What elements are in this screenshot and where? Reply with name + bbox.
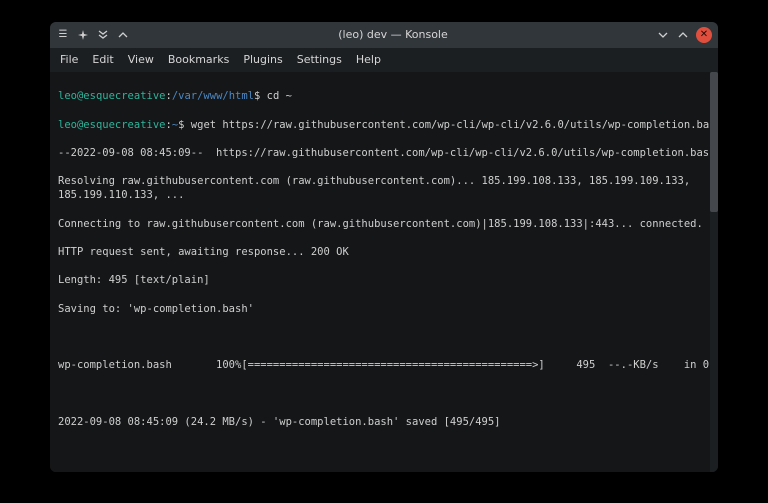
terminal-line: Connecting to raw.githubusercontent.com … [58,217,710,231]
close-icon[interactable]: ✕ [696,27,712,43]
terminal[interactable]: leo@esquecreative:/var/www/html$ cd ~ le… [50,72,718,472]
app-menu-icon[interactable]: ☰ [56,28,70,42]
titlebar: ☰ (leo) dev — Konsole ✕ [50,22,718,48]
titlebar-right-controls: ✕ [656,27,712,43]
menu-view[interactable]: View [128,53,154,68]
terminal-line: Saving to: 'wp-completion.bash' [58,302,710,316]
chevrons-down-icon[interactable] [96,28,110,42]
menu-help[interactable]: Help [356,53,381,68]
terminal-line: leo@esquecreative:/var/www/html$ cd ~ [58,89,710,103]
chevron-up-icon[interactable] [116,28,130,42]
terminal-line: HTTP request sent, awaiting response... … [58,245,710,259]
terminal-line: Resolving raw.githubusercontent.com (raw… [58,174,710,202]
menu-file[interactable]: File [60,53,78,68]
menu-edit[interactable]: Edit [92,53,113,68]
menubar: File Edit View Bookmarks Plugins Setting… [50,48,718,72]
minimize-icon[interactable] [656,28,670,42]
terminal-line: --2022-09-08 08:45:09-- https://raw.gith… [58,146,710,160]
terminal-line: Length: 495 [text/plain] [58,273,710,287]
maximize-icon[interactable] [676,28,690,42]
menu-plugins[interactable]: Plugins [243,53,282,68]
pin-icon[interactable] [76,28,90,42]
window-title: (leo) dev — Konsole [130,28,656,43]
konsole-window: ☰ (leo) dev — Konsole ✕ File Edit View [50,22,718,472]
terminal-line: wp-completion.bash 100%[================… [58,358,710,372]
terminal-line: 2022-09-08 08:45:09 (24.2 MB/s) - 'wp-co… [58,415,710,429]
terminal-line [58,387,710,401]
menu-bookmarks[interactable]: Bookmarks [168,53,229,68]
menu-settings[interactable]: Settings [297,53,342,68]
scrollbar[interactable] [710,72,718,472]
terminal-line: leo@esquecreative:~$ wget https://raw.gi… [58,118,710,132]
terminal-line [58,443,710,457]
terminal-line [58,330,710,344]
titlebar-left-controls: ☰ [56,28,130,42]
scrollbar-thumb[interactable] [710,72,718,212]
